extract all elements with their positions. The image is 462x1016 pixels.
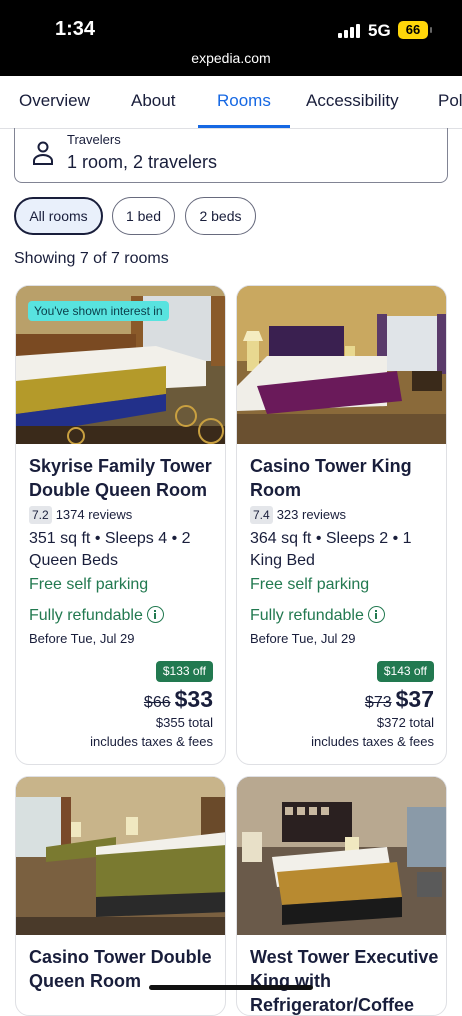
filter-all-rooms[interactable]: All rooms xyxy=(14,197,103,235)
room-name[interactable]: Casino Tower King Room xyxy=(250,454,440,502)
parking-amenity: Free self parking xyxy=(250,576,370,593)
price-row: $66 $33 xyxy=(144,686,213,713)
section-tabs: Overview About Rooms Accessibility Pol xyxy=(0,76,462,129)
price-row: $73 $37 xyxy=(365,686,434,713)
total-price: $372 total xyxy=(376,715,434,730)
refund-label: Fully refundable xyxy=(250,607,364,624)
filter-2-beds[interactable]: 2 beds xyxy=(185,197,256,235)
room-card[interactable]: Casino Tower King Room 7.4 323 reviews 36… xyxy=(236,285,447,765)
interest-badge: You've shown interest in xyxy=(28,301,169,321)
room-name[interactable]: Skyrise Family Tower Double Queen Room xyxy=(29,454,219,502)
refund-policy: Fully refundable xyxy=(29,606,164,625)
tab-accessibility[interactable]: Accessibility xyxy=(306,76,399,128)
tab-rooms[interactable]: Rooms xyxy=(198,76,290,128)
info-icon[interactable] xyxy=(367,606,385,623)
total-price: $355 total xyxy=(155,715,213,730)
person-icon xyxy=(33,141,53,165)
review-count: 323 reviews xyxy=(276,507,347,522)
room-card[interactable]: You've shown interest in Skyrise Family … xyxy=(15,285,226,765)
refund-policy: Fully refundable xyxy=(250,606,385,625)
cellular-signal-icon xyxy=(338,24,362,38)
parking-amenity: Free self parking xyxy=(29,576,149,593)
tab-about[interactable]: About xyxy=(131,76,175,128)
refund-label: Fully refundable xyxy=(29,607,143,624)
rating-score: 7.4 xyxy=(250,506,273,524)
travelers-label: Travelers xyxy=(67,132,121,147)
refund-deadline: Before Tue, Jul 29 xyxy=(29,631,135,646)
room-photo[interactable] xyxy=(237,777,446,935)
room-photo[interactable] xyxy=(16,777,225,935)
discount-badge: $133 off xyxy=(155,661,213,682)
taxes-note: includes taxes & fees xyxy=(90,734,213,749)
tab-overview[interactable]: Overview xyxy=(19,76,90,128)
room-name[interactable]: West Tower Executive King with Refrigera… xyxy=(250,945,440,1015)
room-details: 351 sq ft • Sleeps 4 • 2 Queen Beds xyxy=(29,530,191,569)
rating-row: 7.2 1374 reviews xyxy=(29,506,132,524)
room-photo[interactable] xyxy=(237,286,446,444)
battery-icon: 66 xyxy=(398,21,432,39)
room-details: 364 sq ft • Sleeps 2 • 1 King Bed xyxy=(250,530,412,569)
results-count: Showing 7 of 7 rooms xyxy=(14,250,169,267)
room-photo[interactable]: You've shown interest in xyxy=(16,286,225,444)
network-type: 5G xyxy=(368,21,391,40)
tab-policies[interactable]: Pol xyxy=(438,76,462,128)
travelers-field[interactable]: Travelers 1 room, 2 travelers xyxy=(14,128,448,183)
nightly-price: $37 xyxy=(395,686,434,712)
travelers-value: 1 room, 2 travelers xyxy=(67,152,218,172)
taxes-note: includes taxes & fees xyxy=(311,734,434,749)
clock: 1:34 xyxy=(55,18,96,40)
review-count: 1374 reviews xyxy=(55,507,133,522)
room-card[interactable]: West Tower Executive King with Refrigera… xyxy=(236,776,447,1016)
status-bar: 1:34 5G 66 expedia.com xyxy=(0,0,462,76)
rating-score: 7.2 xyxy=(29,506,52,524)
refund-deadline: Before Tue, Jul 29 xyxy=(250,631,356,646)
rating-row: 7.4 323 reviews xyxy=(250,506,346,524)
nightly-price: $33 xyxy=(174,686,213,712)
room-card[interactable]: Casino Tower Double Queen Room xyxy=(15,776,226,1016)
discount-badge: $143 off xyxy=(376,661,434,682)
info-icon[interactable] xyxy=(146,606,164,623)
original-price: $66 xyxy=(143,694,171,711)
address-bar-url[interactable]: expedia.com xyxy=(0,50,462,66)
original-price: $73 xyxy=(364,694,392,711)
filter-1-bed[interactable]: 1 bed xyxy=(112,197,175,235)
home-indicator[interactable] xyxy=(149,985,313,990)
